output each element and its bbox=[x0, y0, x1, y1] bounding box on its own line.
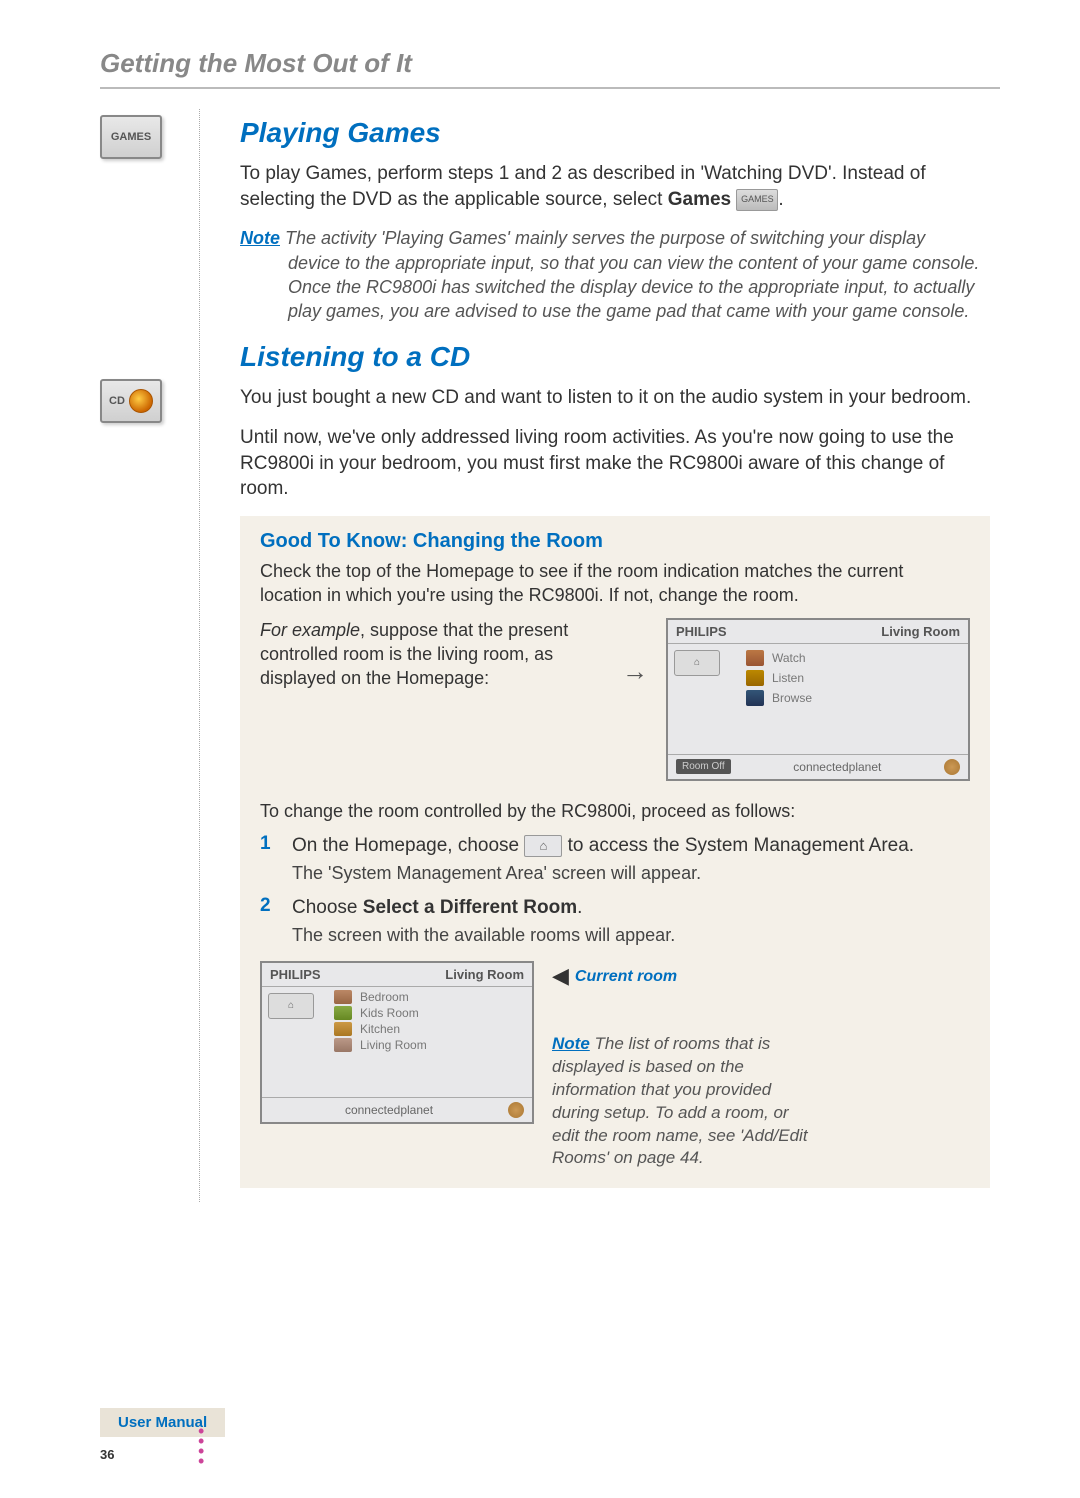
tv-icon bbox=[746, 650, 764, 666]
browse-label: Browse bbox=[772, 691, 812, 705]
kids-label: Kids Room bbox=[360, 1006, 419, 1020]
watch-label: Watch bbox=[772, 651, 806, 665]
speaker-icon bbox=[746, 670, 764, 686]
room-item-bedroom[interactable]: Bedroom bbox=[334, 989, 532, 1005]
kids-icon bbox=[334, 1006, 352, 1020]
cd-margin-icon: CD bbox=[100, 379, 162, 423]
step2-result: The screen with the available rooms will… bbox=[292, 923, 970, 947]
playing-games-heading: Playing Games bbox=[240, 117, 990, 149]
browse-icon bbox=[746, 690, 764, 706]
footer-user-manual: User Manual bbox=[100, 1408, 225, 1437]
connectedplanet-label: connectedplanet bbox=[793, 760, 881, 774]
sofa-icon bbox=[334, 1038, 352, 1052]
current-room-callout: Current room bbox=[575, 968, 677, 986]
step1-post: to access the System Management Area. bbox=[568, 835, 914, 856]
bed-icon bbox=[334, 990, 352, 1004]
side-note-label: Note bbox=[552, 1034, 590, 1053]
gtk-body: Check the top of the Homepage to see if … bbox=[260, 559, 970, 608]
footer-dots-icon: •••• bbox=[198, 1426, 204, 1466]
step-2-number: 2 bbox=[260, 895, 276, 947]
step2-post: . bbox=[577, 897, 582, 918]
step2-pre: Choose bbox=[292, 897, 363, 918]
step-1-number: 1 bbox=[260, 833, 276, 885]
device2-brand: PHILIPS bbox=[270, 967, 321, 982]
page-footer: User Manual 36 •••• bbox=[100, 1408, 225, 1462]
pointer-arrow-icon: ◀ bbox=[552, 963, 569, 989]
divider bbox=[100, 87, 1000, 89]
device2-gear-icon[interactable] bbox=[508, 1102, 524, 1118]
note-rest: device to the appropriate input, so that… bbox=[240, 251, 990, 324]
room-item-kids[interactable]: Kids Room bbox=[334, 1005, 532, 1021]
device2-connectedplanet: connectedplanet bbox=[345, 1103, 433, 1117]
intro-post: . bbox=[778, 189, 783, 210]
home-inline-icon bbox=[524, 835, 562, 857]
intro-pre: To play Games, perform steps 1 and 2 as … bbox=[240, 163, 926, 210]
gear-icon[interactable] bbox=[944, 759, 960, 775]
listening-p1: You just bought a new CD and want to lis… bbox=[240, 385, 990, 411]
note-label: Note bbox=[240, 228, 280, 248]
arrow-right-icon: → bbox=[622, 656, 648, 687]
games-margin-icon: GAMES bbox=[100, 115, 162, 159]
gtk-title: Good To Know: Changing the Room bbox=[260, 530, 970, 553]
step2-bold: Select a Different Room bbox=[363, 897, 577, 918]
kitchen-icon bbox=[334, 1022, 352, 1036]
cd-margin-label: CD bbox=[109, 395, 125, 407]
change-room-intro: To change the room controlled by the RC9… bbox=[260, 799, 970, 823]
device-room-select-screenshot: PHILIPS Living Room ⌂ Bedroom Kids Room … bbox=[260, 961, 534, 1124]
games-margin-label: GAMES bbox=[111, 131, 151, 143]
living-label: Living Room bbox=[360, 1038, 427, 1052]
step1-pre: On the Homepage, choose bbox=[292, 835, 524, 856]
for-example: For example bbox=[260, 620, 360, 640]
room-item-living[interactable]: Living Room bbox=[334, 1037, 532, 1053]
kitchen-label: Kitchen bbox=[360, 1022, 400, 1036]
step1-result: The 'System Management Area' screen will… bbox=[292, 861, 970, 885]
listening-cd-heading: Listening to a CD bbox=[240, 341, 990, 373]
playing-games-intro: To play Games, perform steps 1 and 2 as … bbox=[240, 161, 990, 212]
device-brand: PHILIPS bbox=[676, 624, 727, 639]
room-list-side-note: Note The list of rooms that is displayed… bbox=[552, 1033, 812, 1171]
cd-disc-icon bbox=[129, 389, 153, 413]
room-item-kitchen[interactable]: Kitchen bbox=[334, 1021, 532, 1037]
step-2: 2 Choose Select a Different Room. The sc… bbox=[260, 895, 970, 947]
device-homepage-screenshot: PHILIPS Living Room ⌂ Watch Listen Brows… bbox=[666, 618, 970, 781]
device-action-watch[interactable]: Watch bbox=[746, 648, 962, 668]
step-1: 1 On the Homepage, choose to access the … bbox=[260, 833, 970, 885]
listening-p2: Until now, we've only addressed living r… bbox=[240, 425, 990, 502]
device-room-indicator: Living Room bbox=[881, 624, 960, 639]
device2-home-button[interactable]: ⌂ bbox=[268, 993, 314, 1019]
device-home-button[interactable]: ⌂ bbox=[674, 650, 720, 676]
intro-games-word: Games bbox=[668, 189, 731, 210]
bedroom-label: Bedroom bbox=[360, 990, 409, 1004]
side-note-text: The list of rooms that is displayed is b… bbox=[552, 1034, 808, 1168]
note-first-line: The activity 'Playing Games' mainly serv… bbox=[280, 228, 925, 248]
vertical-rule bbox=[199, 109, 200, 1202]
footer-page-number: 36 bbox=[100, 1447, 225, 1462]
chapter-title: Getting the Most Out of It bbox=[100, 48, 1000, 79]
device2-room-indicator: Living Room bbox=[445, 967, 524, 982]
device-action-browse[interactable]: Browse bbox=[746, 688, 962, 708]
good-to-know-box: Good To Know: Changing the Room Check th… bbox=[240, 516, 990, 1188]
gtk-example-text: For example, suppose that the present co… bbox=[260, 618, 594, 691]
listen-label: Listen bbox=[772, 671, 804, 685]
playing-games-note: Note The activity 'Playing Games' mainly… bbox=[240, 226, 990, 323]
games-inline-icon: GAMES bbox=[736, 189, 778, 211]
room-off-button[interactable]: Room Off bbox=[676, 759, 731, 774]
device-action-listen[interactable]: Listen bbox=[746, 668, 962, 688]
